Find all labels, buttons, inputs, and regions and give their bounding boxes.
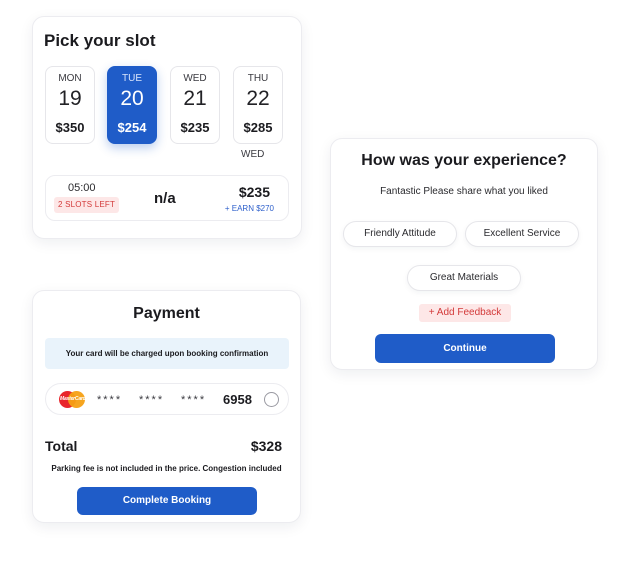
day-price: $254 [117,120,147,135]
card-masked-group: **** [181,394,207,406]
day-price: $285 [243,120,273,135]
total-value: $328 [250,438,282,454]
day-price: $350 [55,120,85,135]
total-label: Total [45,438,78,454]
day-price: $235 [180,120,210,135]
day-option-wed[interactable]: WED 21 $235 [170,66,220,144]
day-date: 22 [246,87,270,110]
day-of-week: MON [58,73,82,84]
card-select-radio[interactable] [264,392,279,407]
slot-availability: n/a [154,190,176,207]
card-masked-group: **** [139,394,165,406]
chip-great-materials[interactable]: Great Materials [407,265,521,291]
slots-left-badge: 2 SLOTS LEFT [54,197,120,213]
slot-price: $235 [238,184,270,200]
pick-slot-card: Pick your slot MON 19 $350 TUE 20 $254 W… [32,16,302,239]
day-date: 20 [120,87,144,110]
mastercard-icon: MasterCard [59,391,86,408]
day-selector: MON 19 $350 TUE 20 $254 WED 21 $235 THU … [45,66,291,144]
saved-card-row[interactable]: MasterCard **** **** **** 6958 [45,383,289,415]
add-feedback-button[interactable]: + Add Feedback [419,304,511,322]
slot-time: 05:00 [68,182,96,194]
card-masked-group: **** [97,394,123,406]
day-option-thu[interactable]: THU 22 $285 [233,66,283,144]
time-slot-row[interactable]: 05:00 2 SLOTS LEFT n/a $235 + EARN $270 [45,175,289,221]
charge-notice: Your card will be charged upon booking c… [45,338,289,369]
fee-note: Parking fee is not included in the price… [51,464,282,473]
day-option-tue[interactable]: TUE 20 $254 [107,66,157,144]
experience-subtitle: Fantastic Please share what you liked [380,186,548,197]
slot-title: Pick your slot [44,31,156,50]
experience-title: How was your experience? [361,152,567,169]
chip-friendly-attitude[interactable]: Friendly Attitude [343,221,457,247]
day-of-week: TUE [122,73,142,84]
payment-title: Payment [133,305,200,322]
earn-label: + EARN $270 [224,204,274,213]
day-of-week: THU [247,73,269,84]
chip-excellent-service[interactable]: Excellent Service [465,221,579,247]
payment-card: Payment Your card will be charged upon b… [32,290,301,523]
mastercard-text: MasterCard [60,396,86,402]
day-option-mon[interactable]: MON 19 $350 [45,66,95,144]
continue-button[interactable]: Continue [375,334,555,363]
day-sub-label: WED [241,149,265,160]
experience-card: How was your experience? Fantastic Pleas… [330,138,598,370]
card-last4: 6958 [223,392,252,407]
day-date: 21 [183,87,207,110]
day-of-week: WED [183,73,207,84]
complete-booking-button[interactable]: Complete Booking [77,487,257,515]
day-date: 19 [58,87,82,110]
